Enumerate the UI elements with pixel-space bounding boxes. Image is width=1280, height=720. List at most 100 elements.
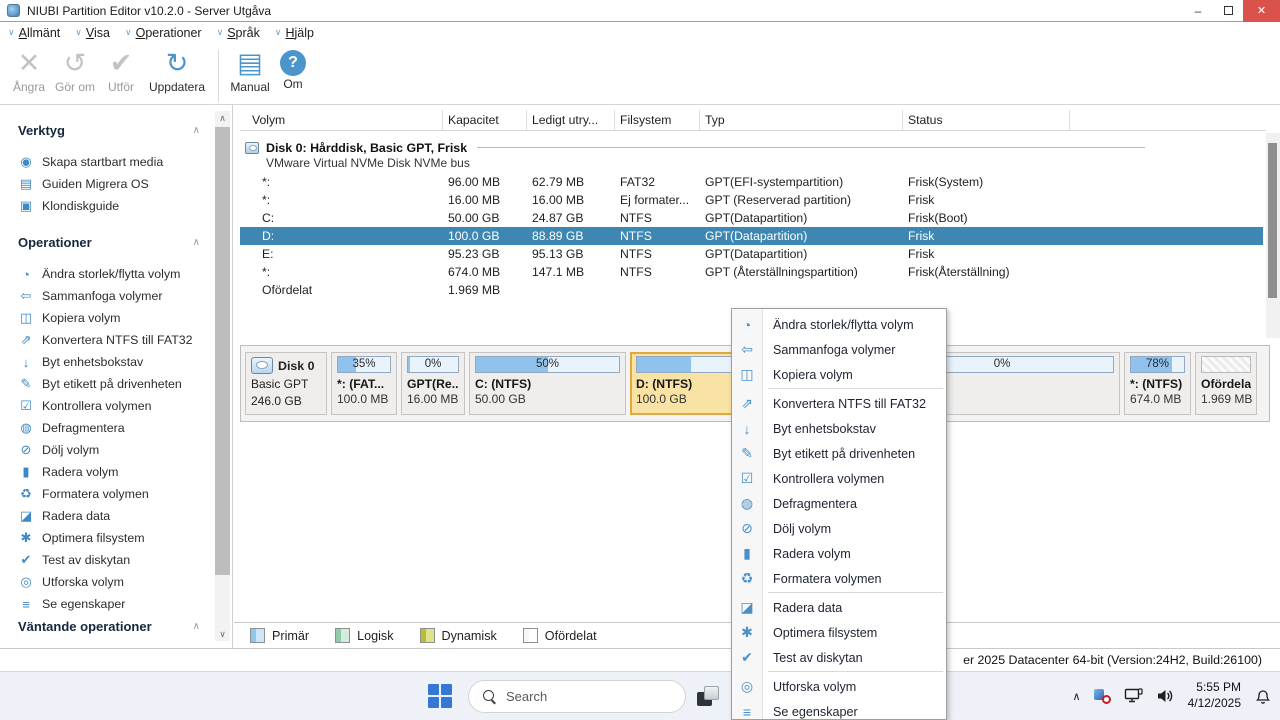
context-menu-item[interactable]: ▮ Radera volym xyxy=(732,541,946,566)
context-menu-item[interactable]: ≡ Se egenskaper xyxy=(732,699,946,720)
sidebar-item[interactable]: ✎ Byt etikett på drivenheten xyxy=(18,373,232,395)
minimize-button[interactable]: – xyxy=(1183,0,1213,22)
notification-bell-icon[interactable] xyxy=(1254,687,1272,705)
cell-status: Frisk xyxy=(908,229,935,243)
table-row[interactable]: Ofördelat 1.969 MB xyxy=(240,281,1263,299)
about-button[interactable]: ? Om xyxy=(273,47,313,91)
sidebar-item[interactable]: ♻ Formatera volymen xyxy=(18,483,232,505)
scroll-up-icon[interactable]: ∧ xyxy=(215,111,230,125)
sidebar-item[interactable]: ▣ Klondiskguide xyxy=(18,195,232,217)
column-status[interactable]: Status xyxy=(903,110,1070,130)
sidebar-item[interactable]: ▮ Radera volym xyxy=(18,461,232,483)
sidebar-item[interactable]: ↓ Byt enhetsbokstav xyxy=(18,351,232,373)
context-menu-item[interactable]: ✎ Byt etikett på drivenheten xyxy=(732,441,946,466)
table-row[interactable]: *: 16.00 MB 16.00 MB Ej formater... GPT … xyxy=(240,191,1263,209)
partition-block[interactable]: 50% C: (NTFS) 50.00 GB xyxy=(469,352,626,415)
sidebar-item[interactable]: ▤ Guiden Migrera OS xyxy=(18,173,232,195)
convert-icon: ⇗ xyxy=(20,332,32,347)
sidebar-item[interactable]: ⊘ Dölj volym xyxy=(18,439,232,461)
sidebar-scrollbar[interactable]: ∧ ∨ xyxy=(215,111,230,641)
context-menu-item[interactable]: ☑ Kontrollera volymen xyxy=(732,466,946,491)
task-view-button[interactable] xyxy=(697,686,719,706)
sidebar-item[interactable]: ✱ Optimera filsystem xyxy=(18,527,232,549)
column-volym[interactable]: Volym xyxy=(240,110,443,130)
context-menu-item[interactable]: ◔ Ändra storlek/flytta volym xyxy=(732,312,946,337)
collapse-icon[interactable]: ∧ xyxy=(193,617,200,637)
partition-block[interactable]: 78% *: (NTFS) 674.0 MB xyxy=(1124,352,1191,415)
context-menu-item[interactable]: ⇗ Konvertera NTFS till FAT32 xyxy=(732,391,946,416)
context-menu-item[interactable]: ◪ Radera data xyxy=(732,595,946,620)
sidebar-section-verktyg[interactable]: Verktyg ∧ xyxy=(18,119,232,143)
cell-volume: *: xyxy=(262,265,271,279)
cd-icon: ◉ xyxy=(20,154,32,169)
tray-device-icon[interactable] xyxy=(1093,688,1111,704)
sidebar-item[interactable]: ✔ Test av diskytan xyxy=(18,549,232,571)
context-menu-item[interactable]: ✔ Test av diskytan xyxy=(732,645,946,670)
refresh-button[interactable]: ↻ Uppdatera xyxy=(144,47,210,94)
sidebar-section-operationer[interactable]: Operationer ∧ xyxy=(18,231,232,255)
column-typ[interactable]: Typ xyxy=(700,110,903,130)
sidebar-item[interactable]: ⇦ Sammanfoga volymer xyxy=(18,285,232,307)
partition-block[interactable]: Ofördelat 1.969 MB xyxy=(1195,352,1257,415)
tray-chevron-up-icon[interactable]: ∧ xyxy=(1073,690,1081,703)
menu-allmant[interactable]: ∨ Allmänt xyxy=(8,26,60,40)
table-row[interactable]: *: 674.0 MB 147.1 MB NTFS GPT (Återställ… xyxy=(240,263,1263,281)
sidebar-item[interactable]: ☑ Kontrollera volymen xyxy=(18,395,232,417)
sidebar-item[interactable]: ◫ Kopiera volym xyxy=(18,307,232,329)
clock[interactable]: 5:55 PM 4/12/2025 xyxy=(1188,680,1241,711)
sidebar-item[interactable]: ◍ Defragmentera xyxy=(18,417,232,439)
table-row[interactable]: *: 96.00 MB 62.79 MB FAT32 GPT(EFI-syste… xyxy=(240,173,1263,191)
table-row[interactable]: D: 100.0 GB 88.89 GB NTFS GPT(Datapartit… xyxy=(240,227,1263,245)
context-menu-item[interactable]: ✱ Optimera filsystem xyxy=(732,620,946,645)
menu-hjalp[interactable]: ∨ Hjälp xyxy=(275,26,314,40)
collapse-icon[interactable]: ∧ xyxy=(193,119,200,143)
column-kapacitet[interactable]: Kapacitet xyxy=(443,110,527,130)
partition-block[interactable]: 35% *: (FAT... 100.0 MB xyxy=(331,352,397,415)
context-menu-item[interactable]: ⊘ Dölj volym xyxy=(732,516,946,541)
partition-size: 16.00 MB xyxy=(407,392,459,406)
collapse-icon[interactable]: ∧ xyxy=(193,231,200,255)
network-icon[interactable] xyxy=(1124,687,1143,705)
disk-group-row[interactable]: Disk 0: Hårddisk, Basic GPT, Frisk VMwar… xyxy=(240,137,1263,173)
sidebar-section-pending-operations[interactable]: Väntande operationer ∧ xyxy=(18,617,232,637)
menu-visa[interactable]: ∨ Visa xyxy=(75,26,110,40)
search-input[interactable]: Search xyxy=(468,680,686,713)
restore-button[interactable] xyxy=(1213,0,1243,22)
sidebar-item[interactable]: ◪ Radera data xyxy=(18,505,232,527)
menu-operationer[interactable]: ∨ Operationer xyxy=(125,26,202,40)
disk-info-block[interactable]: Disk 0 Basic GPT 246.0 GB xyxy=(245,352,327,415)
context-menu-item[interactable]: ♻ Formatera volymen xyxy=(732,566,946,591)
volume-icon[interactable] xyxy=(1156,688,1175,704)
scrollbar-thumb[interactable] xyxy=(1268,143,1277,298)
sidebar-item[interactable]: ⇗ Konvertera NTFS till FAT32 xyxy=(18,329,232,351)
menu-sprak[interactable]: ∨ Språk xyxy=(217,26,260,40)
table-row[interactable]: C: 50.00 GB 24.87 GB NTFS GPT(Datapartit… xyxy=(240,209,1263,227)
context-menu-item[interactable]: ◎ Utforska volym xyxy=(732,674,946,699)
sidebar-item[interactable]: ◎ Utforska volym xyxy=(18,571,232,593)
manual-button[interactable]: ▤ Manual xyxy=(227,47,273,94)
table-row[interactable]: E: 95.23 GB 95.13 GB NTFS GPT(Datapartit… xyxy=(240,245,1263,263)
sidebar-item[interactable]: ◔ Ändra storlek/flytta volym xyxy=(18,263,232,285)
context-menu-item[interactable]: ◫ Kopiera volym xyxy=(732,362,946,387)
context-menu-item[interactable]: ⇦ Sammanfoga volymer xyxy=(732,337,946,362)
scrollbar-thumb[interactable] xyxy=(215,127,230,575)
table-scrollbar[interactable] xyxy=(1266,133,1280,338)
sidebar-item[interactable]: ≡ Se egenskaper xyxy=(18,593,232,615)
context-menu-item[interactable]: ↓ Byt enhetsbokstav xyxy=(732,416,946,441)
partition-block[interactable]: 0% GPT(Re... 16.00 MB xyxy=(401,352,465,415)
hide-volume-icon: ⊘ xyxy=(20,442,32,457)
start-button[interactable] xyxy=(428,684,452,708)
sidebar-item[interactable]: ◉ Skapa startbart media xyxy=(18,151,232,173)
sidebar: Verktyg ∧ ◉ Skapa startbart media ▤ Guid… xyxy=(0,105,233,648)
legend-item: Ofördelat xyxy=(522,628,597,643)
scroll-down-icon[interactable]: ∨ xyxy=(215,627,230,641)
delete-volume-icon: ▮ xyxy=(743,545,751,561)
column-filsystem[interactable]: Filsystem xyxy=(615,110,700,130)
legend-label: Primär xyxy=(272,628,310,643)
disk-size: 246.0 GB xyxy=(251,394,302,408)
cell-filesystem: NTFS xyxy=(620,229,652,243)
column-ledigt[interactable]: Ledigt utry... xyxy=(527,110,615,130)
divider xyxy=(477,147,1145,148)
context-menu-item[interactable]: ◍ Defragmentera xyxy=(732,491,946,516)
close-button[interactable]: ✕ xyxy=(1243,0,1280,22)
